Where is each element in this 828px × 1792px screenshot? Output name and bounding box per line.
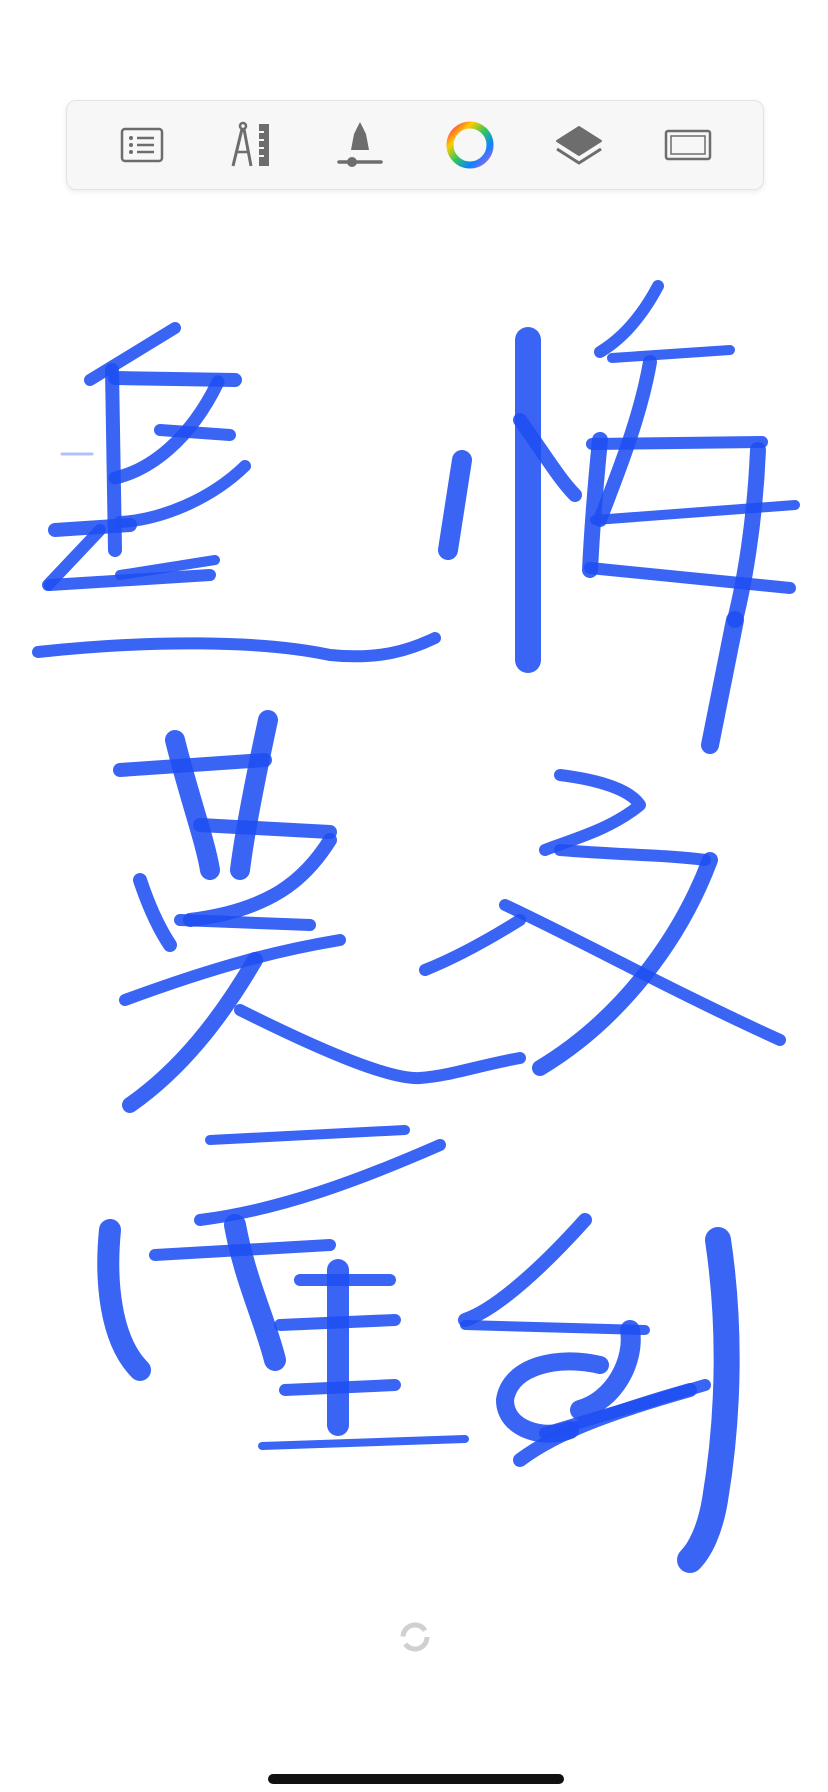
loading-spinner-icon: [400, 1622, 430, 1652]
color-wheel-icon: [446, 121, 494, 169]
color-button[interactable]: [438, 113, 502, 177]
compass-ruler-icon: [231, 121, 269, 167]
guides-button[interactable]: [219, 113, 283, 177]
ink-strokes: [32, 280, 800, 1573]
handwritten-strokes: [32, 280, 800, 1573]
drawing-toolbar: [66, 100, 764, 190]
drawing-screen: [0, 0, 828, 1792]
list-button[interactable]: [110, 113, 174, 177]
layers-button[interactable]: [547, 113, 611, 177]
canvas-button[interactable]: [656, 113, 720, 177]
list-icon: [120, 127, 163, 163]
layers-icon: [555, 126, 602, 165]
drawing-canvas[interactable]: [0, 220, 828, 1740]
brush-size-slider-icon: [337, 122, 384, 167]
home-indicator[interactable]: [268, 1774, 564, 1784]
brush-button[interactable]: [328, 113, 392, 177]
canvas-frame-icon: [665, 129, 712, 161]
